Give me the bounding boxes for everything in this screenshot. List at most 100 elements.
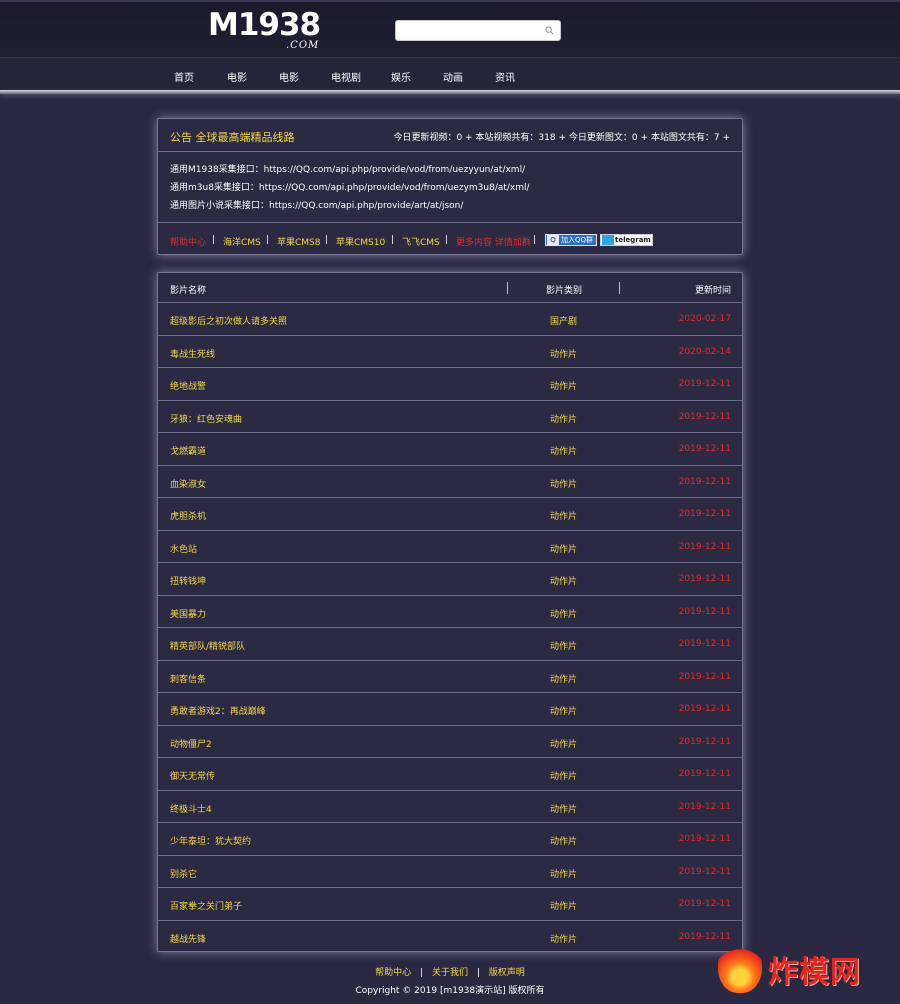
video-title-link[interactable]: 扭转钱坤 xyxy=(170,574,206,587)
video-title-link[interactable]: 水色站 xyxy=(170,542,197,555)
telegram-icon xyxy=(602,235,614,245)
search-input[interactable] xyxy=(396,21,536,40)
video-category: 动作片 xyxy=(550,349,578,360)
table-row[interactable]: 越战先锋 动作片 2019-12-11 xyxy=(158,921,742,954)
table-row[interactable]: 精英部队/精锐部队 动作片 2019-12-11 xyxy=(158,628,742,661)
video-title-link[interactable]: 牙狼：红色安魂曲 xyxy=(170,412,242,425)
watermark-text: 炸模网 xyxy=(768,955,861,990)
video-title-link[interactable]: 虎胆杀机 xyxy=(170,509,206,522)
table-row[interactable]: 勇敢者游戏2：再战巅峰 动作片 2019-12-11 xyxy=(158,693,742,726)
video-update-date: 2019-12-11 xyxy=(678,574,731,584)
separator: | xyxy=(420,968,424,978)
video-category: 动作片 xyxy=(550,577,578,587)
separator: | xyxy=(266,235,270,245)
table-header: 影片名称 影片类别 更新时间 xyxy=(158,273,742,303)
table-row[interactable]: 刺客信条 动作片 2019-12-11 xyxy=(158,661,742,693)
table-row[interactable]: 戈燃霸道 动作片 2019-12-11 xyxy=(158,433,742,466)
video-title-link[interactable]: 动物僵尸2 xyxy=(170,737,212,750)
video-title-link[interactable]: 百家拳之关门弟子 xyxy=(170,899,242,912)
nav-item-entertainment[interactable]: 娱乐 xyxy=(391,69,411,84)
nav-item-movie[interactable]: 电影 xyxy=(227,69,247,84)
table-row[interactable]: 毒战生死线 动作片 2020-02-14 xyxy=(158,336,742,368)
video-category: 动作片 xyxy=(550,609,578,620)
nav-item-home[interactable]: 首页 xyxy=(174,69,194,84)
nav-item-anime[interactable]: 动画 xyxy=(443,69,463,84)
video-category: 动作片 xyxy=(550,739,578,750)
video-title-link[interactable]: 少年泰坦：犹大契约 xyxy=(170,834,251,847)
table-row[interactable]: 百家拳之关门弟子 动作片 2019-12-11 xyxy=(158,888,742,921)
search-icon[interactable] xyxy=(545,26,554,35)
video-category: 动作片 xyxy=(550,512,578,522)
table-row[interactable]: 终极斗士4 动作片 2019-12-11 xyxy=(158,791,742,823)
table-row[interactable]: 扭转钱坤 动作片 2019-12-11 xyxy=(158,563,742,596)
nav-item-movie-2[interactable]: 电影 xyxy=(279,69,299,84)
video-category: 动作片 xyxy=(550,902,578,912)
table-row[interactable]: 动物僵尸2 动作片 2019-12-11 xyxy=(158,726,742,758)
join-qq-group-button[interactable]: Q 加入QQ群 xyxy=(545,234,597,246)
table-row[interactable]: 御天无常传 动作片 2019-12-11 xyxy=(158,758,742,791)
link-apple-cms10[interactable]: 苹果CMS10 xyxy=(336,235,385,248)
video-title-link[interactable]: 别杀它 xyxy=(170,867,197,880)
video-title-link[interactable]: 美国暴力 xyxy=(170,607,206,620)
footer-link-copyright[interactable]: 版权声明 xyxy=(489,968,525,978)
column-header-updated: 更新时间 xyxy=(694,286,731,296)
video-update-date: 2019-12-11 xyxy=(678,411,731,422)
separator: | xyxy=(212,235,216,245)
video-category: 国产剧 xyxy=(550,317,578,327)
nav-item-tv[interactable]: 电视剧 xyxy=(331,69,361,84)
video-title-link[interactable]: 毒战生死线 xyxy=(170,347,215,360)
qq-badge-label: 加入QQ群 xyxy=(561,236,594,244)
table-row[interactable]: 血染淑女 动作片 2019-12-11 xyxy=(158,466,742,498)
video-category: 动作片 xyxy=(550,772,578,782)
separator: | xyxy=(533,235,537,245)
video-title-link[interactable]: 终极斗士4 xyxy=(170,802,212,815)
footer-link-help[interactable]: 帮助中心 xyxy=(375,968,411,978)
link-haiyang-cms[interactable]: 海洋CMS xyxy=(223,235,261,248)
video-title-link[interactable]: 超级影后之初次做人请多关照 xyxy=(170,314,287,327)
notice-header: 公告 全球最高端精品线路 今日更新视频：0 + 本站视频共有：318 + 今日更… xyxy=(158,119,742,152)
nav-item-news[interactable]: 资讯 xyxy=(495,69,515,84)
video-update-date: 2020-02-17 xyxy=(678,314,731,324)
table-row[interactable]: 虎胆杀机 动作片 2019-12-11 xyxy=(158,498,742,531)
video-update-date: 2019-12-11 xyxy=(678,736,731,747)
table-row[interactable]: 别杀它 动作片 2019-12-11 xyxy=(158,856,742,888)
video-title-link[interactable]: 精英部队/精锐部队 xyxy=(170,639,245,652)
video-title-link[interactable]: 绝地战警 xyxy=(170,379,206,392)
table-row[interactable]: 少年泰坦：犹大契约 动作片 2019-12-11 xyxy=(158,823,742,856)
video-title-link[interactable]: 戈燃霸道 xyxy=(170,444,206,457)
video-update-date: 2019-12-11 xyxy=(678,834,731,844)
footer-link-about[interactable]: 关于我们 xyxy=(432,968,468,978)
site-logo[interactable]: M1938 .COM xyxy=(208,10,321,54)
api-line-m3u8: 通用m3u8采集接口：https://QQ.com/api.php/provid… xyxy=(170,183,530,193)
video-update-date: 2019-12-11 xyxy=(678,671,731,682)
nav-divider xyxy=(0,90,900,94)
video-update-date: 2019-12-11 xyxy=(678,704,731,714)
link-feifei-cms[interactable]: 飞飞CMS xyxy=(402,235,440,248)
video-title-link[interactable]: 刺客信条 xyxy=(170,672,206,685)
video-category: 动作片 xyxy=(550,707,578,717)
table-row[interactable]: 牙狼：红色安魂曲 动作片 2019-12-11 xyxy=(158,401,742,433)
video-category: 动作片 xyxy=(550,804,578,815)
column-header-name: 影片名称 xyxy=(170,286,207,296)
video-category: 动作片 xyxy=(550,414,578,425)
table-row[interactable]: 绝地战警 动作片 2019-12-11 xyxy=(158,368,742,401)
table-row[interactable]: 美国暴力 动作片 2019-12-11 xyxy=(158,596,742,628)
video-title-link[interactable]: 勇敢者游戏2：再战巅峰 xyxy=(170,704,266,717)
link-apple-cms8[interactable]: 苹果CMS8 xyxy=(277,235,321,248)
flame-icon xyxy=(718,939,762,993)
notice-links: 帮助中心 | 海洋CMS | 苹果CMS8 | 苹果CMS10 | 飞飞CMS … xyxy=(158,222,742,255)
video-category: 动作片 xyxy=(550,382,578,392)
video-title-link[interactable]: 血染淑女 xyxy=(170,477,206,490)
link-help-center[interactable]: 帮助中心 xyxy=(170,235,206,248)
table-row[interactable]: 水色站 动作片 2019-12-11 xyxy=(158,531,742,563)
video-category: 动作片 xyxy=(550,479,578,490)
video-category: 动作片 xyxy=(550,837,578,847)
search-box xyxy=(395,20,561,41)
video-update-date: 2019-12-11 xyxy=(678,444,731,454)
telegram-button[interactable]: telegram xyxy=(600,234,653,246)
video-title-link[interactable]: 御天无常传 xyxy=(170,769,215,782)
table-body: 超级影后之初次做人请多关照 国产剧 2020-02-17 毒战生死线 动作片 2020-0… xyxy=(158,303,742,953)
video-title-link[interactable]: 越战先锋 xyxy=(170,932,206,945)
link-more-content[interactable]: 更多内容 详情加群 xyxy=(456,235,531,248)
table-row[interactable]: 超级影后之初次做人请多关照 国产剧 2020-02-17 xyxy=(158,303,742,336)
